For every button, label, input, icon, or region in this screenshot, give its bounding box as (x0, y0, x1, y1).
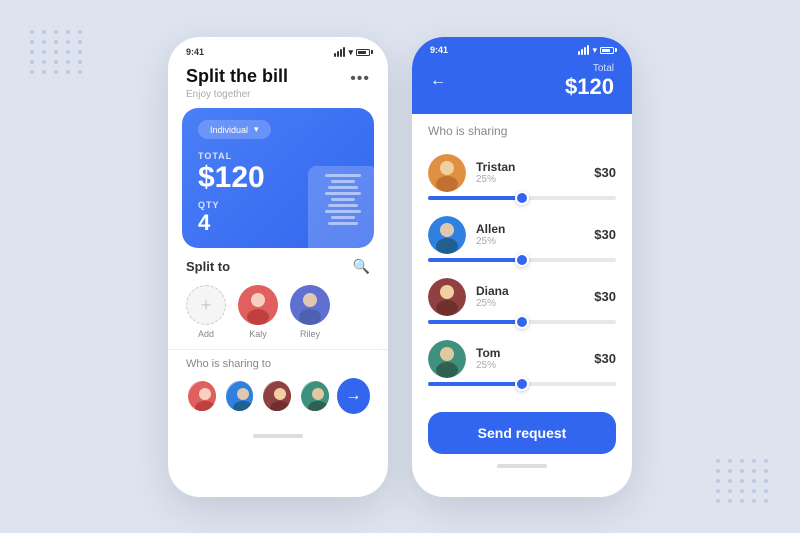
avatar (428, 340, 466, 378)
page-header: Split the bill Enjoy together ••• (168, 62, 388, 109)
more-button[interactable]: ••• (350, 70, 370, 88)
person-pct: 25% (476, 298, 584, 309)
status-icons-right: ▾ (578, 45, 614, 56)
signal-icon (334, 47, 345, 57)
person-info: Diana 25% (476, 284, 584, 309)
add-label: Add (198, 329, 214, 339)
avatar (428, 278, 466, 316)
page-subtitle: Enjoy together (186, 89, 288, 100)
person-info: Tristan 25% (476, 160, 584, 185)
sharing-avatars: → (186, 378, 370, 414)
person-amount: $30 (594, 165, 616, 180)
avatar (428, 216, 466, 254)
back-button[interactable]: ← (430, 72, 446, 90)
sharing-avatar (186, 379, 218, 413)
time-left: 9:41 (186, 47, 204, 57)
add-person-button[interactable]: + Add (186, 285, 226, 339)
person-row: Tristan 25% $30 (428, 146, 616, 194)
person-name: Tom (476, 346, 584, 360)
time-right: 9:41 (430, 45, 448, 55)
status-bar-left: 9:41 ▾ (168, 37, 388, 62)
right-phone: 9:41 ▾ ← (412, 37, 632, 497)
person-amount: $30 (594, 351, 616, 366)
dropdown-chevron: ▾ (254, 124, 259, 135)
individual-dropdown[interactable]: Individual ▾ (198, 120, 271, 139)
person-amount: $30 (594, 227, 616, 242)
receipt-icon (308, 166, 374, 248)
person-name: Allen (476, 222, 584, 236)
person-amount: $30 (594, 289, 616, 304)
sharing-avatar (261, 379, 293, 413)
home-indicator-right (497, 464, 547, 468)
person-name: Riley (300, 329, 320, 339)
split-to-section: Split to 🔍 + Add Kaly (168, 248, 388, 345)
person-name: Tristan (476, 160, 584, 174)
person-row: Diana 25% $30 (428, 270, 616, 318)
person-row: Allen 25% $30 (428, 208, 616, 256)
people-list: + Add Kaly (186, 285, 370, 339)
who-sharing-label: Who is sharing (428, 124, 616, 138)
top-bar: 9:41 ▾ ← (412, 37, 632, 114)
send-request-button[interactable]: Send request (428, 412, 616, 454)
signal-icon-right (578, 45, 589, 55)
slider-diana[interactable] (428, 318, 616, 332)
who-is-sharing-section: Who is sharing to (168, 349, 388, 426)
avatar (428, 154, 466, 192)
total-label-right: Total (565, 63, 614, 74)
person-pct: 25% (476, 174, 584, 185)
person-info: Allen 25% (476, 222, 584, 247)
avatar (290, 285, 330, 325)
sharing-content: Who is sharing Tristan 25% $30 (412, 114, 632, 404)
person-name: Kaly (249, 329, 267, 339)
split-title: Split to (186, 259, 230, 274)
wifi-icon-right: ▾ (592, 45, 597, 56)
battery-icon (356, 49, 370, 56)
home-indicator (253, 434, 303, 438)
person-info: Tom 25% (476, 346, 584, 371)
slider-tristan[interactable] (428, 194, 616, 208)
arrow-icon: → (345, 387, 361, 405)
sharing-avatar (299, 379, 331, 413)
total-amount-right: $120 (565, 74, 614, 100)
wifi-icon: ▾ (348, 47, 353, 58)
status-icons-left: ▾ (334, 47, 370, 58)
list-item[interactable]: Kaly (238, 285, 278, 339)
slider-allen[interactable] (428, 256, 616, 270)
page-title: Split the bill (186, 66, 288, 88)
list-item[interactable]: Riley (290, 285, 330, 339)
left-phone: 9:41 ▾ Split the bill Enjoy together (168, 37, 388, 497)
total-label: TOTAL (198, 151, 358, 161)
person-name: Diana (476, 284, 584, 298)
add-icon: + (186, 285, 226, 325)
sharing-avatar (224, 379, 256, 413)
sharing-title: Who is sharing to (186, 358, 370, 370)
next-button[interactable]: → (337, 378, 370, 414)
search-icon[interactable]: 🔍 (353, 258, 370, 275)
dropdown-label: Individual (210, 125, 248, 135)
person-pct: 25% (476, 360, 584, 371)
person-pct: 25% (476, 236, 584, 247)
person-row: Tom 25% $30 (428, 332, 616, 380)
blue-card: Individual ▾ TOTAL $120 QTY 4 (182, 108, 374, 248)
battery-icon-right (600, 47, 614, 54)
avatar (238, 285, 278, 325)
slider-tom[interactable] (428, 380, 616, 394)
